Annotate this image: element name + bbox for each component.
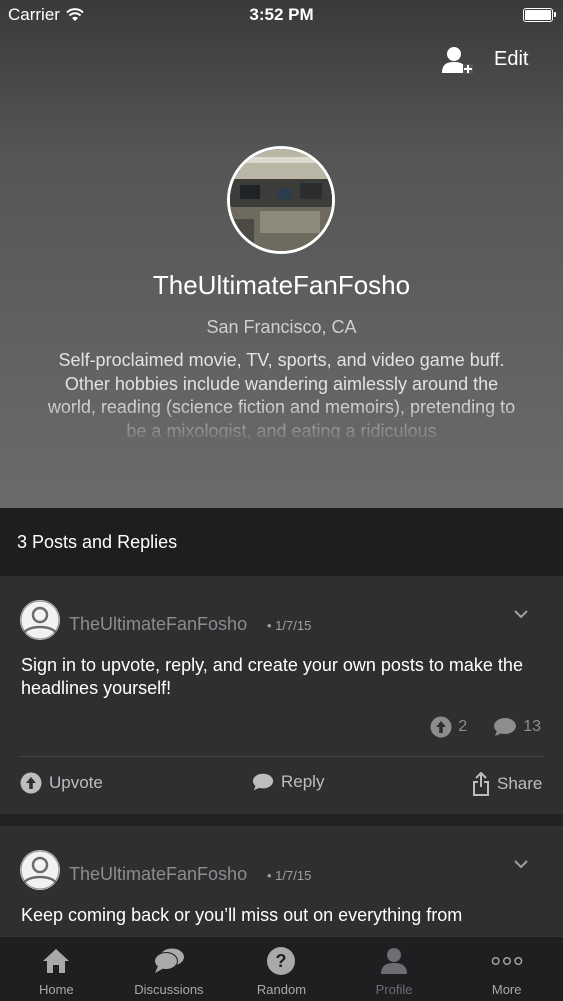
post-author[interactable]: TheUltimateFanFosho — [69, 864, 247, 885]
post-stats: 2 13 — [404, 716, 541, 738]
tab-home[interactable]: Home — [0, 937, 113, 1001]
post-body: Keep coming back or you’ll miss out on e… — [21, 905, 463, 925]
tab-discussions-label: Discussions — [134, 982, 204, 997]
tab-random-label: Random — [256, 982, 307, 997]
reply-label: Reply — [281, 772, 325, 791]
chevron-down-icon[interactable] — [513, 856, 529, 872]
upvote-icon — [430, 716, 452, 738]
post-date: • 1/7/15 — [267, 618, 312, 633]
status-time: 3:52 PM — [249, 5, 314, 24]
default-avatar-icon — [20, 850, 60, 890]
posts-count-title: 3 Posts and Replies — [17, 532, 178, 552]
chevron-down-icon[interactable] — [513, 606, 529, 622]
post-author-avatar[interactable] — [20, 600, 60, 640]
profile-header: Edit TheUltimateFanFosho San Francisco, … — [0, 0, 563, 508]
add-friend-icon[interactable] — [441, 45, 473, 75]
more-dots-icon — [491, 957, 522, 965]
tab-home-label: Home — [38, 982, 74, 997]
tab-profile[interactable]: Profile — [338, 937, 451, 1001]
profile-location: San Francisco, CA — [206, 317, 357, 337]
divider — [20, 756, 543, 757]
reply-count: 13 — [493, 717, 541, 737]
svg-text:?: ? — [276, 951, 287, 971]
chat-bubbles-icon — [153, 948, 184, 973]
status-bar: Carrier 3:52 PM — [0, 0, 563, 30]
tab-profile-label: Profile — [375, 982, 413, 997]
home-icon — [43, 949, 70, 973]
comment-icon — [252, 773, 274, 791]
upvote-icon — [20, 772, 42, 794]
tab-random[interactable]: ? Random — [225, 937, 338, 1001]
default-avatar-icon — [20, 600, 60, 640]
tab-bar: Home Discussions ? Random Profile More — [0, 936, 563, 1001]
comment-icon — [494, 718, 517, 736]
upvote-label: Upvote — [49, 773, 103, 792]
tab-discussions[interactable]: Discussions — [113, 937, 226, 1001]
post-date: • 1/7/15 — [267, 868, 312, 883]
question-icon: ? — [267, 947, 296, 975]
post-author[interactable]: TheUltimateFanFosho — [69, 614, 247, 635]
battery-icon — [523, 8, 556, 22]
upvote-count: 2 — [430, 716, 467, 738]
edit-button[interactable]: Edit — [494, 48, 528, 71]
reply-button[interactable]: Reply — [252, 772, 324, 792]
post-card: TheUltimateFanFosho • 1/7/15 Keep coming… — [0, 826, 563, 936]
post-separator — [0, 814, 563, 826]
profile-avatar — [227, 146, 335, 254]
share-label: Share — [497, 774, 543, 793]
share-icon — [473, 772, 489, 796]
profile-username: TheUltimateFanFosho — [152, 270, 411, 300]
posts-section-header: 3 Posts and Replies — [0, 508, 563, 576]
tab-more-label: More — [491, 982, 522, 997]
post-card: TheUltimateFanFosho • 1/7/15 Sign in to … — [0, 576, 563, 814]
upvote-count-value: 2 — [458, 718, 468, 735]
upvote-button[interactable]: Upvote — [20, 772, 103, 794]
post-author-avatar[interactable] — [20, 850, 60, 890]
tab-more[interactable]: More — [450, 937, 563, 1001]
post-body: Sign in to upvote, reply, and create you… — [21, 655, 523, 698]
reply-count-value: 13 — [523, 718, 541, 735]
person-icon — [381, 948, 408, 974]
profile-bio: Self-proclaimed movie, TV, sports, and v… — [47, 350, 516, 439]
share-button[interactable]: Share — [472, 772, 542, 796]
